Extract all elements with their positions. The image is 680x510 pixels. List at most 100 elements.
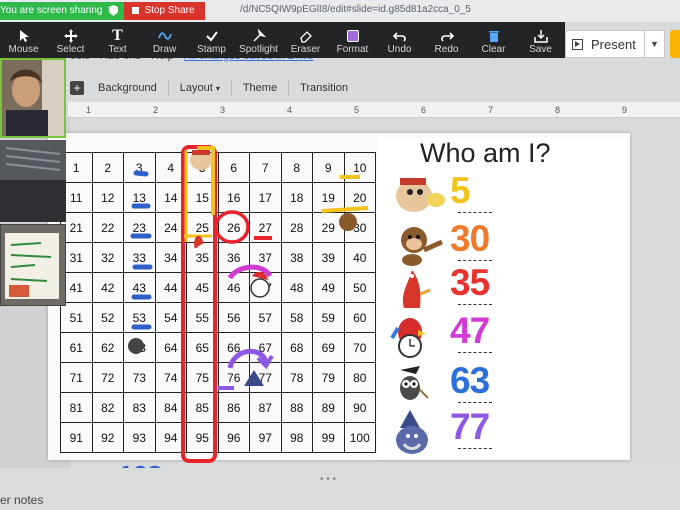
grid-cell: 24: [154, 212, 187, 243]
answer-underline: [458, 212, 492, 213]
transition-button[interactable]: Transition: [298, 82, 350, 94]
tool-draw[interactable]: Draw: [141, 22, 188, 58]
grid-cell: 29: [312, 212, 345, 243]
webcam-thumbnail[interactable]: [0, 58, 66, 138]
grid-cell: 4: [154, 152, 187, 183]
answer-underline: [458, 352, 492, 353]
grid-cell: 72: [91, 362, 124, 393]
tool-label: Redo: [434, 44, 459, 55]
stop-share-button[interactable]: Stop Share: [124, 2, 205, 20]
answer-number: 63: [450, 360, 490, 401]
hundreds-chart: 1 2 3 4 5 6 7 8 9 10 11 12 13 14 15 16 17 18 19 20 21 22 23 24 2…: [60, 152, 376, 453]
grid-cell: 6: [217, 152, 250, 183]
grid-cell: 81: [60, 392, 93, 423]
tool-label: Stamp: [197, 44, 226, 55]
ruler-number: 5: [354, 105, 360, 115]
layout-label: Layout: [179, 82, 213, 94]
grid-cell: 37: [249, 242, 282, 273]
tool-mouse[interactable]: Mouse: [0, 22, 47, 58]
stop-icon: [132, 7, 140, 14]
url-text: /d/NC5QIW9pEGlI8/edit#slide=id.g85d81a2c…: [240, 4, 471, 15]
tool-undo[interactable]: Undo: [376, 22, 423, 58]
redo-icon: [440, 28, 454, 44]
slides-toolbar: + Background Layout ▾ Theme Transition: [70, 76, 680, 100]
share-button[interactable]: [670, 30, 680, 58]
present-button[interactable]: Present: [565, 30, 645, 58]
grid-cell: 65: [186, 332, 219, 363]
grid-cell: 44: [154, 272, 187, 303]
add-comment-icon[interactable]: +: [70, 81, 84, 95]
grid-cell: 94: [154, 422, 187, 453]
grid-cell: 16: [217, 182, 250, 213]
tool-save[interactable]: Save: [517, 22, 564, 58]
grid-cell: 95: [186, 422, 219, 453]
grid-cell: 78: [280, 362, 313, 393]
move-icon: [63, 28, 78, 44]
grid-cell: 92: [91, 422, 124, 453]
chevron-down-icon: ▼: [650, 39, 659, 49]
grid-cell: 96: [217, 422, 250, 453]
grid-cell: 86: [217, 392, 250, 423]
present-dropdown[interactable]: ▼: [645, 30, 665, 58]
grid-cell: 2: [91, 152, 124, 183]
tool-clear[interactable]: Clear: [470, 22, 517, 58]
webcam-thumbnail[interactable]: [0, 224, 66, 306]
cursor-icon: [17, 28, 31, 44]
grid-cell: 20: [343, 182, 376, 213]
toolbar-divider: [167, 80, 169, 96]
webcam-thumbnail[interactable]: [0, 140, 66, 222]
answer-number: 47: [450, 310, 490, 351]
speaker-notes-label[interactable]: er notes: [0, 493, 43, 507]
grid-row: 61 62 63 64 65 66 67 68 69 70: [60, 332, 376, 363]
grid-row: 1 2 3 4 5 6 7 8 9 10: [60, 152, 376, 183]
grid-cell: 74: [154, 362, 187, 393]
ruler-number: 4: [287, 105, 293, 115]
grid-cell: 28: [280, 212, 313, 243]
grid-cell: 64: [154, 332, 187, 363]
eraser-icon: [299, 28, 313, 44]
grid-cell: 25: [186, 212, 219, 243]
grid-cell: 39: [312, 242, 345, 273]
tool-label: Select: [56, 44, 85, 55]
ruler-number: 9: [622, 105, 628, 115]
grid-cell: 77: [249, 362, 282, 393]
grid-cell: 46: [217, 272, 250, 303]
grid-cell: 99: [312, 422, 345, 453]
tool-redo[interactable]: Redo: [423, 22, 470, 58]
grid-cell: 63: [123, 332, 156, 363]
grid-cell: 34: [154, 242, 187, 273]
tool-select[interactable]: Select: [47, 22, 94, 58]
toolbar-divider: [230, 80, 232, 96]
resize-handle[interactable]: • • •: [320, 474, 336, 485]
grid-cell: 67: [249, 332, 282, 363]
tool-label: Format: [336, 44, 369, 55]
grid-row: 21 22 23 24 25 26 27 28 29 30: [60, 212, 376, 243]
save-icon: [533, 28, 548, 44]
grid-cell: 8: [280, 152, 313, 183]
tool-label: Mouse: [8, 44, 39, 55]
grid-cell: 23: [123, 212, 156, 243]
ruler-number: 6: [421, 105, 427, 115]
tool-format[interactable]: Format: [329, 22, 376, 58]
grid-cell: 52: [91, 302, 124, 333]
grid-cell: 49: [312, 272, 345, 303]
grid-cell: 7: [249, 152, 282, 183]
tool-label: Eraser: [290, 44, 321, 55]
grid-cell: 43: [123, 272, 156, 303]
grid-cell: 51: [60, 302, 93, 333]
tool-eraser[interactable]: Eraser: [282, 22, 329, 58]
grid-cell: 10: [343, 152, 376, 183]
grid-row: 71 72 73 74 75 76 77 78 79 80: [60, 362, 376, 393]
tool-text[interactable]: T Text: [94, 22, 141, 58]
grid-cell: 87: [249, 392, 282, 423]
background-button[interactable]: Background: [96, 82, 159, 94]
theme-button[interactable]: Theme: [241, 82, 279, 94]
tool-spotlight[interactable]: Spotlight: [235, 22, 282, 58]
tool-label: Draw: [152, 44, 177, 55]
layout-button[interactable]: Layout ▾: [178, 82, 222, 94]
ruler-number: 8: [555, 105, 561, 115]
shield-icon: [108, 5, 119, 16]
grid-cell: 100: [343, 422, 376, 453]
slide-title: Who am I?: [420, 138, 551, 168]
tool-stamp[interactable]: Stamp: [188, 22, 235, 58]
